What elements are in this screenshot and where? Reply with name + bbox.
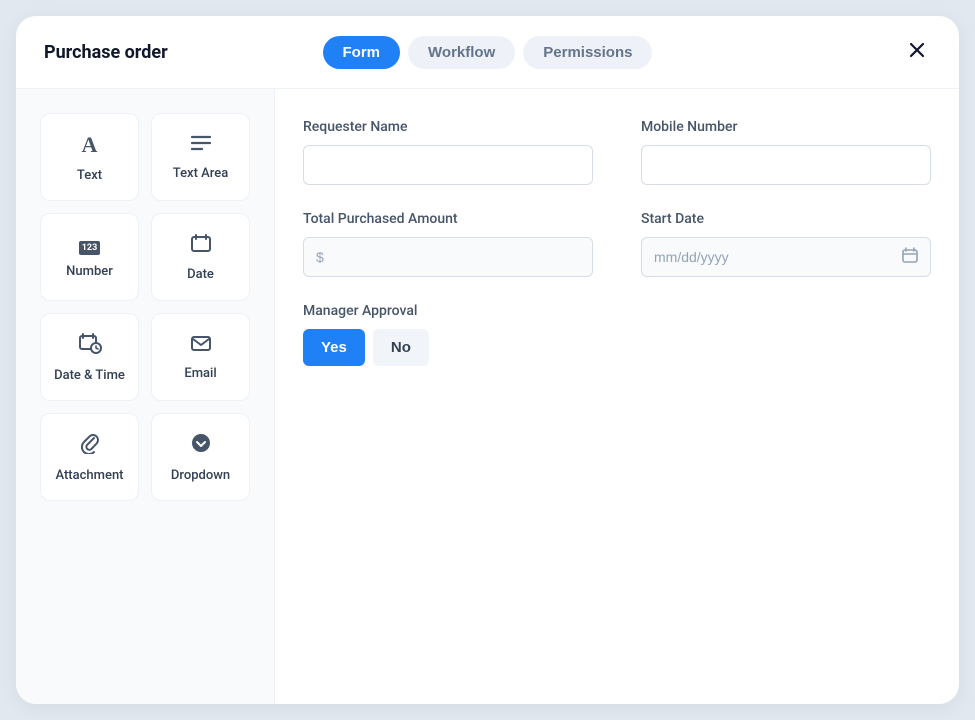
field-palette: A Text Text Area 123 Number [40, 113, 250, 501]
datetime-icon [78, 332, 102, 358]
field-label: Manager Approval [303, 303, 593, 319]
palette-item-number[interactable]: 123 Number [40, 213, 139, 301]
palette-item-label: Date & Time [54, 368, 125, 383]
tab-form[interactable]: Form [323, 36, 401, 69]
modal-window: Purchase order Form Workflow Permissions… [16, 16, 959, 704]
form-canvas: Requester Name Mobile Number Total Purch… [275, 89, 959, 704]
close-icon [907, 40, 927, 60]
option-yes[interactable]: Yes [303, 329, 365, 366]
modal-body: A Text Text Area 123 Number [16, 89, 959, 704]
palette-item-label: Text [77, 168, 102, 183]
date-icon [190, 233, 212, 257]
field-label: Requester Name [303, 119, 593, 135]
page-title: Purchase order [44, 42, 168, 63]
mobile-number-input[interactable] [641, 145, 931, 185]
field-start-date: Start Date [641, 211, 931, 277]
close-button[interactable] [903, 36, 931, 68]
palette-item-label: Number [66, 264, 113, 279]
palette-item-label: Attachment [55, 468, 123, 483]
field-requester-name: Requester Name [303, 119, 593, 185]
tab-workflow[interactable]: Workflow [408, 36, 515, 69]
palette-item-email[interactable]: Email [151, 313, 250, 401]
palette-item-dropdown[interactable]: Dropdown [151, 413, 250, 501]
modal-header: Purchase order Form Workflow Permissions [16, 16, 959, 89]
start-date-input[interactable] [641, 237, 931, 277]
palette-item-label: Date [187, 267, 214, 282]
number-icon: 123 [79, 235, 101, 254]
email-icon [190, 334, 212, 356]
textarea-icon [190, 134, 212, 156]
palette-item-textarea[interactable]: Text Area [151, 113, 250, 201]
field-palette-sidebar: A Text Text Area 123 Number [16, 89, 275, 704]
field-total-purchased: Total Purchased Amount [303, 211, 593, 277]
field-manager-approval: Manager Approval Yes No [303, 303, 593, 366]
option-row: Yes No [303, 329, 593, 366]
tab-group: Form Workflow Permissions [323, 36, 653, 69]
form-grid: Requester Name Mobile Number Total Purch… [303, 119, 931, 366]
palette-item-label: Text Area [173, 166, 228, 181]
attachment-icon [80, 432, 100, 458]
palette-item-date[interactable]: Date [151, 213, 250, 301]
field-mobile-number: Mobile Number [641, 119, 931, 185]
palette-item-text[interactable]: A Text [40, 113, 139, 201]
total-purchased-input[interactable] [303, 237, 593, 277]
field-label: Start Date [641, 211, 931, 227]
palette-item-label: Dropdown [171, 468, 230, 483]
palette-item-attachment[interactable]: Attachment [40, 413, 139, 501]
palette-item-datetime[interactable]: Date & Time [40, 313, 139, 401]
option-no[interactable]: No [373, 329, 429, 366]
dropdown-icon [190, 432, 212, 458]
field-label: Total Purchased Amount [303, 211, 593, 227]
field-label: Mobile Number [641, 119, 931, 135]
tab-permissions[interactable]: Permissions [523, 36, 652, 69]
requester-name-input[interactable] [303, 145, 593, 185]
palette-item-label: Email [184, 366, 216, 381]
text-icon: A [82, 132, 98, 158]
